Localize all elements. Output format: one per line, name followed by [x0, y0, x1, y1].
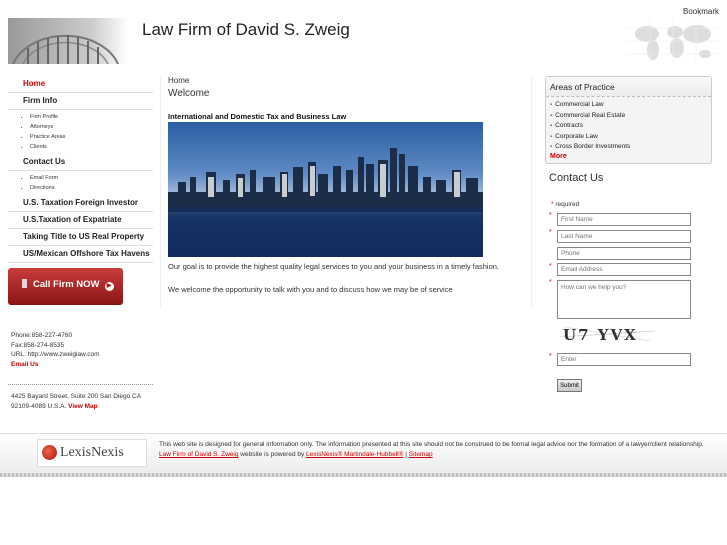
header: Law Firm of David S. Zweig Bookmark [0, 0, 727, 70]
captcha-input[interactable] [557, 353, 691, 366]
contact-info: Phone:858-227-4760 Fax:858-274-8535 URL:… [11, 331, 100, 369]
nav-directions[interactable]: Directions [30, 183, 153, 193]
divider [160, 76, 161, 308]
city-skyline-photo [168, 122, 483, 257]
left-navigation: Home Firm Info Firm Profile Attorneys Pr… [8, 76, 153, 263]
fax-number: Fax:858-274-8535 [11, 341, 65, 349]
first-name-field[interactable] [557, 213, 691, 226]
lexisnexis-logo[interactable]: LexisNexis [37, 439, 147, 467]
nav-taxation-expatriate[interactable]: U.S.Taxation of Expatriate [8, 212, 153, 229]
nav-taxation-foreign-investor[interactable]: U.S. Taxation Foreign Investor [8, 195, 153, 212]
divider [8, 384, 153, 385]
phone-number: Phone:858-227-4760 [11, 332, 73, 339]
email-field[interactable] [557, 263, 691, 276]
call-firm-now-button[interactable]: Call Firm NOW ▶ [8, 268, 123, 305]
separator: | [405, 451, 407, 458]
nav-email-form[interactable]: Email Form [30, 173, 153, 183]
view-map-link[interactable]: View Map [68, 403, 98, 410]
welcome-paragraph: We welcome the opportunity to talk with … [168, 285, 453, 294]
areas-of-practice-title: Areas of Practice [546, 77, 711, 97]
required-star: * [549, 353, 552, 360]
nav-attorneys[interactable]: Attorneys [30, 122, 153, 132]
email-us-link[interactable]: Email Us [11, 361, 38, 368]
nav-firm-profile[interactable]: Firm Profile [30, 112, 153, 122]
required-star: * [549, 229, 552, 236]
bookmark-link[interactable]: Bookmark [683, 7, 719, 16]
nav-firm-info[interactable]: Firm Info [8, 93, 153, 110]
section-heading: International and Domestic Tax and Busin… [168, 112, 347, 121]
required-star: * [549, 212, 552, 219]
practice-area-item[interactable]: Commercial Real Estate [550, 111, 711, 122]
practice-area-item[interactable]: Cross Border Investments [550, 142, 711, 153]
breadcrumb: Home [168, 76, 190, 85]
website-url: URL: http://www.zweiglaw.com [11, 351, 100, 358]
intro-paragraph: Our goal is to provide the highest quali… [168, 262, 500, 271]
captcha-text: U7 YVX [563, 326, 638, 344]
footer-disclaimer: This web site is designed for general in… [159, 440, 704, 460]
powered-by-text: website is powered by [240, 451, 305, 458]
captcha-image: U7 YVX [560, 323, 655, 345]
nav-offshore-tax-havens[interactable]: US/Mexican Offshore Tax Havens [8, 246, 153, 263]
address: 4425 Bayard Street, Suite 200 San Diego … [11, 392, 156, 411]
courthouse-logo-image [8, 18, 128, 64]
nav-home[interactable]: Home [8, 76, 153, 93]
footer-bottom-bar [0, 473, 727, 477]
practice-area-item[interactable]: Corporate Law [550, 132, 711, 143]
required-label: required [555, 201, 580, 208]
world-map-image [627, 18, 719, 64]
required-note: * required [551, 201, 579, 208]
last-name-field[interactable] [557, 230, 691, 243]
practice-area-item[interactable]: Commercial Law [550, 100, 711, 111]
practice-area-item[interactable]: Contracts [550, 121, 711, 132]
lexisnexis-brand: LexisNexis [60, 445, 124, 460]
phone-field[interactable] [557, 247, 691, 260]
sitemap-link[interactable]: Sitemap [409, 451, 433, 458]
globe-icon [42, 445, 57, 460]
submit-button[interactable]: Submit [557, 379, 582, 392]
nav-practice-areas[interactable]: Practice Areas [30, 132, 153, 142]
nav-clients[interactable]: Clients [30, 142, 153, 152]
areas-of-practice-list: Commercial Law Commercial Real Estate Co… [550, 100, 711, 153]
message-field[interactable] [557, 280, 691, 319]
lexisnexis-link[interactable]: LexisNexis® Martindale-Hubbell® [306, 451, 403, 458]
disclaimer-text: This web site is designed for general in… [159, 441, 704, 448]
divider [531, 76, 532, 308]
required-star: * [549, 279, 552, 286]
call-button-label: Call Firm NOW [33, 279, 100, 290]
arrow-right-icon: ▶ [104, 282, 114, 291]
nav-contact-us[interactable]: Contact Us [8, 154, 153, 171]
contact-submenu: Email Form Directions [8, 171, 153, 195]
nav-taking-title[interactable]: Taking Title to US Real Property [8, 229, 153, 246]
firm-info-submenu: Firm Profile Attorneys Practice Areas Cl… [8, 110, 153, 154]
site-title: Law Firm of David S. Zweig [142, 20, 350, 39]
main-content: Home Welcome International and Domestic … [168, 76, 523, 294]
more-link[interactable]: More [550, 153, 711, 160]
areas-of-practice-box: Areas of Practice Commercial Law Commerc… [545, 76, 712, 164]
phone-icon [22, 279, 27, 288]
required-star: * [549, 263, 552, 270]
required-star: * [551, 201, 554, 208]
contact-form-title: Contact Us [549, 172, 604, 184]
firm-link[interactable]: Law Firm of David S. Zweig [159, 451, 238, 458]
page-title: Welcome [168, 88, 210, 99]
